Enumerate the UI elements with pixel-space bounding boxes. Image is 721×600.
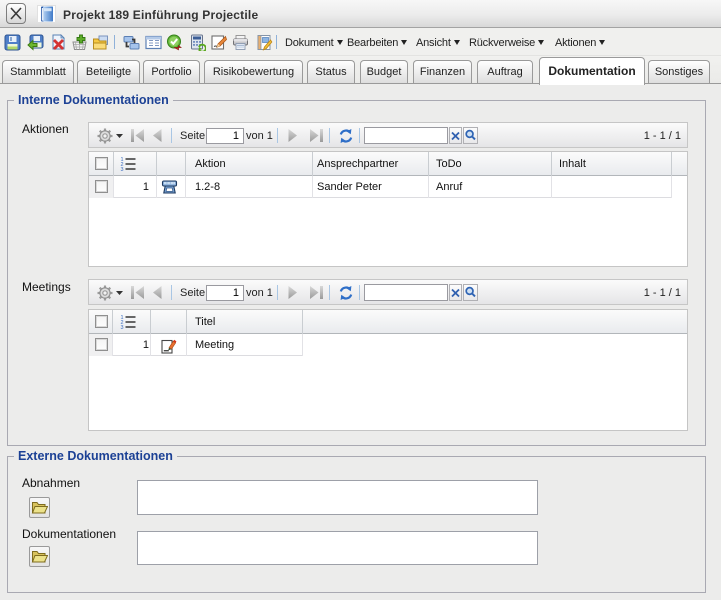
svg-text:3: 3 bbox=[121, 325, 124, 330]
svg-text:3: 3 bbox=[121, 167, 124, 172]
